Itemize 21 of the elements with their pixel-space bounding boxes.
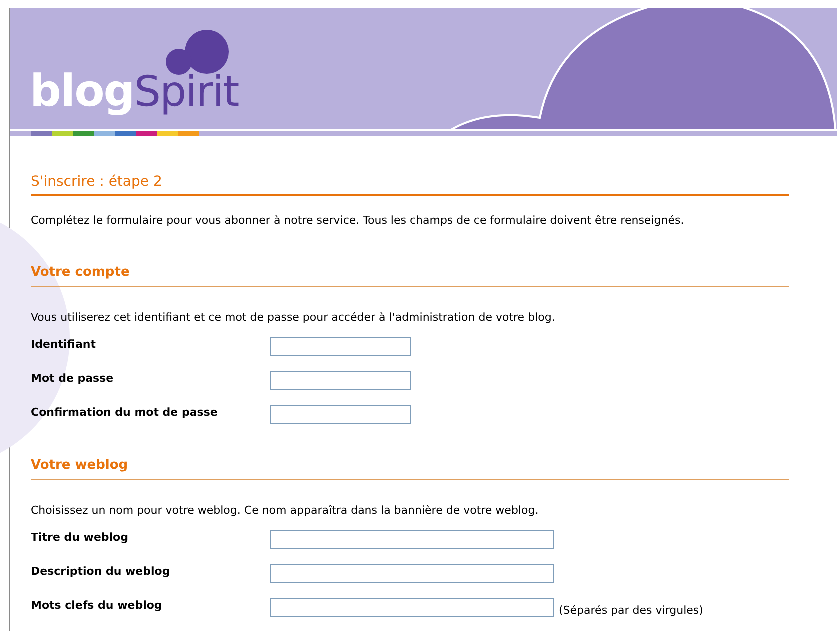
input-field[interactable]	[270, 564, 554, 583]
section-description: Vous utiliserez cet identifiant et ce mot de passe pour accéder à l'administration de votre blog.	[31, 311, 556, 325]
section-description: Choisissez un nom pour votre weblog. Ce nom apparaîtra dans la bannière de votre weblog.	[31, 504, 539, 518]
page-title: S'inscrire : étape 2	[31, 173, 162, 191]
intro-text: Complétez le formulaire pour vous abonner à notre service. Tous les champs de ce formulaire doivent être renseignés.	[31, 214, 684, 228]
section-heading: Votre weblog	[31, 457, 128, 474]
field-label: Titre du weblog	[31, 530, 130, 545]
field-label: Identifiant	[31, 337, 97, 352]
field-label: Description du weblog	[31, 564, 172, 579]
field-label: Confirmation du mot de passe	[31, 405, 219, 420]
logo-text: Spirit	[134, 71, 239, 113]
input-field[interactable]	[270, 371, 411, 390]
field-label: Mot de passe	[31, 371, 115, 386]
input-field[interactable]	[270, 337, 411, 356]
section-heading: Votre compte	[31, 264, 130, 281]
logo-text: blog	[30, 70, 134, 114]
input-field[interactable]	[270, 405, 411, 424]
field-hint: (Séparés par des virgules)	[559, 603, 704, 618]
input-field[interactable]	[270, 598, 554, 617]
input-field[interactable]	[270, 530, 554, 549]
field-label: Mots clefs du weblog	[31, 598, 164, 613]
